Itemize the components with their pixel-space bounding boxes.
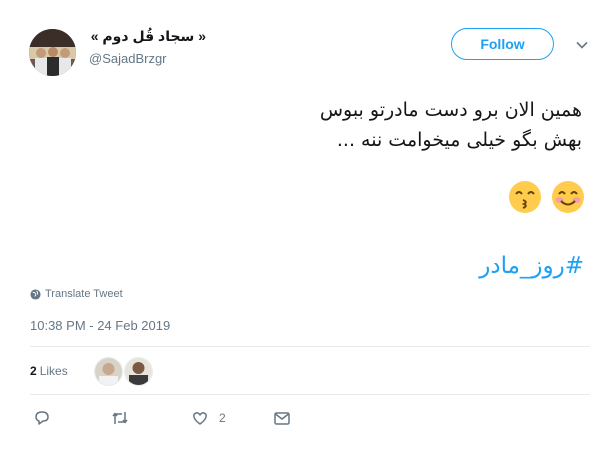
liker-avatar[interactable] <box>124 357 153 386</box>
likes-label: Likes <box>39 364 68 378</box>
likes-number: 2 <box>30 364 37 378</box>
divider <box>30 346 590 347</box>
liker-avatar[interactable] <box>94 357 123 386</box>
emoji-row <box>503 180 585 214</box>
hashtag-link[interactable]: #روز_مادر <box>479 253 584 279</box>
divider <box>30 394 590 395</box>
like-count: 2 <box>219 411 226 425</box>
retweet-icon <box>112 412 128 424</box>
heart-icon <box>193 412 207 425</box>
envelope-icon <box>274 412 290 425</box>
reply-icon <box>35 411 49 425</box>
globe-icon <box>30 288 41 300</box>
user-handle[interactable]: @SajadBrzgr <box>89 51 167 66</box>
avatar-image <box>29 29 76 76</box>
display-name[interactable]: « سجاد قُل دوم » <box>91 28 206 45</box>
avatar[interactable] <box>29 29 76 76</box>
follow-button[interactable]: Follow <box>451 28 554 60</box>
tweet-timestamp[interactable]: 10:38 PM - 24 Feb 2019 <box>30 318 170 333</box>
kissing-face-with-smiling-eyes-icon <box>508 180 542 214</box>
direct-message-button[interactable] <box>273 409 291 427</box>
translate-tweet[interactable]: Translate Tweet <box>30 288 123 300</box>
reply-button[interactable] <box>33 409 51 427</box>
like-button[interactable]: 2 <box>191 409 226 427</box>
likes-count[interactable]: 2 Likes <box>30 364 68 378</box>
translate-label[interactable]: Translate Tweet <box>45 288 123 300</box>
retweet-button[interactable] <box>110 409 130 427</box>
chevron-down-icon[interactable] <box>575 38 589 52</box>
tweet-text: همین الان برو دست مادرتو ببوس بهش بگو خی… <box>319 99 582 151</box>
smiling-face-with-smiling-eyes-icon <box>551 180 585 214</box>
